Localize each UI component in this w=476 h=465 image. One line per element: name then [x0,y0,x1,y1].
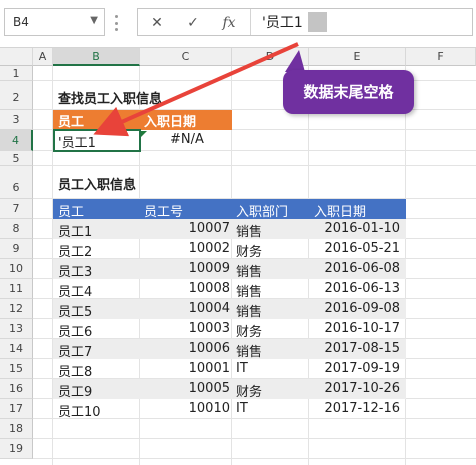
insert-function-icon[interactable]: fx [218,13,240,33]
cell-employee[interactable]: 员工10 [58,401,101,420]
cell-employee[interactable]: 员工6 [58,321,92,340]
row-header-12[interactable]: 12 [0,299,33,319]
cell-department[interactable]: 财务 [236,241,262,260]
table-header-dept: 入职部门 [236,205,289,220]
row-header-16[interactable]: 16 [0,379,33,399]
cell-hire-date[interactable]: 2016-06-13 [309,281,402,296]
select-all-corner[interactable] [0,48,33,66]
row-header-4[interactable]: 4 [0,130,33,151]
lookup-result-cell[interactable]: #N/A [170,132,204,147]
table-header-date: 入职日期 [314,205,367,220]
row-header-7[interactable]: 7 [0,199,33,219]
cell-hire-date[interactable]: 2017-10-26 [309,381,402,396]
table-header-id: 员工号 [144,205,184,220]
active-cell-border [53,129,141,152]
cell-employee-id[interactable]: 10008 [140,281,232,296]
row-header-6[interactable]: 6 [0,166,33,199]
lookup-header-date: 入职日期 [144,115,197,130]
cell-employee-id[interactable]: 10009 [140,261,232,276]
cell-department[interactable]: 财务 [236,321,262,340]
cell-employee[interactable]: 员工9 [58,381,92,400]
row-header-2[interactable]: 2 [0,81,33,110]
cell-employee[interactable]: 员工7 [58,341,92,360]
cell-department[interactable]: 销售 [236,261,262,280]
cell-hire-date[interactable]: 2016-10-17 [309,321,402,336]
cell-employee[interactable]: 员工1 [58,221,92,240]
cell-department[interactable]: 销售 [236,301,262,320]
row-header-9[interactable]: 9 [0,239,33,259]
cell-hire-date[interactable]: 2017-08-15 [309,341,402,356]
row-header-17[interactable]: 17 [0,399,33,419]
cell-employee-id[interactable]: 10003 [140,321,232,336]
cell-employee-id[interactable]: 10006 [140,341,232,356]
name-box[interactable]: B4 ▼ [4,8,105,36]
table-header-employee: 员工 [58,205,85,220]
chevron-down-icon[interactable]: ▼ [90,15,98,26]
cell-employee-id[interactable]: 10004 [140,301,232,316]
cell-employee[interactable]: 员工2 [58,241,92,260]
row-header-5[interactable]: 5 [0,151,33,166]
lookup-title: 查找员工入职信息 [58,92,163,107]
column-header-b[interactable]: B [53,48,140,66]
formula-toolbar: B4 ▼ ✕ ✓ fx '员工1 [0,0,476,48]
row-header-10[interactable]: 10 [0,259,33,279]
column-header-c[interactable]: C [140,48,232,66]
formula-bar[interactable]: ✕ ✓ fx '员工1 [137,8,473,36]
cell-department[interactable]: 销售 [236,341,262,360]
column-header-e[interactable]: E [309,48,406,66]
row-header-8[interactable]: 8 [0,219,33,239]
row-header-13[interactable]: 13 [0,319,33,339]
cell-hire-date[interactable]: 2016-09-08 [309,301,402,316]
row-header-19[interactable]: 19 [0,439,33,459]
cell-hire-date[interactable]: 2016-06-08 [309,261,402,276]
row-header-11[interactable]: 11 [0,279,33,299]
formula-input[interactable]: '员工1 [262,12,303,32]
cell-employee-id[interactable]: 10001 [140,361,232,376]
cell-department[interactable]: 销售 [236,281,262,300]
cell-employee-id[interactable]: 10007 [140,221,232,236]
trailing-space-highlight [308,12,327,32]
row-header-18[interactable]: 18 [0,419,33,439]
callout-tail [285,50,305,72]
lookup-header-employee: 员工 [58,115,85,130]
row-header-14[interactable]: 14 [0,339,33,359]
cell-employee[interactable]: 员工8 [58,361,92,380]
cell-employee[interactable]: 员工4 [58,281,92,300]
table-title: 员工入职信息 [58,178,137,193]
cell-hire-date[interactable]: 2016-01-10 [309,221,402,236]
cell-employee[interactable]: 员工3 [58,261,92,280]
row-header-3[interactable]: 3 [0,110,33,130]
cell-department[interactable]: IT [236,361,248,376]
grip-dots-icon[interactable] [115,15,119,31]
cell-department[interactable]: IT [236,401,248,416]
cell-employee[interactable]: 员工5 [58,301,92,320]
cell-hire-date[interactable]: 2017-12-16 [309,401,402,416]
formula-bar-divider [250,9,251,35]
row-header-1[interactable]: 1 [0,66,33,81]
column-header-a[interactable]: A [33,48,53,66]
cancel-icon[interactable]: ✕ [146,13,168,33]
cell-employee-id[interactable]: 10002 [140,241,232,256]
enter-icon[interactable]: ✓ [182,13,204,33]
cell-employee-id[interactable]: 10005 [140,381,232,396]
name-box-value: B4 [13,15,29,29]
column-header-f[interactable]: F [406,48,476,66]
row-header-15[interactable]: 15 [0,359,33,379]
cell-department[interactable]: 销售 [236,221,262,240]
cell-hire-date[interactable]: 2016-05-21 [309,241,402,256]
cell-department[interactable]: 财务 [236,381,262,400]
error-indicator-icon[interactable] [141,131,147,137]
cell-employee-id[interactable]: 10010 [140,401,232,416]
cell-hire-date[interactable]: 2017-09-19 [309,361,402,376]
trailing-space-callout: 数据末尾空格 [283,70,414,114]
